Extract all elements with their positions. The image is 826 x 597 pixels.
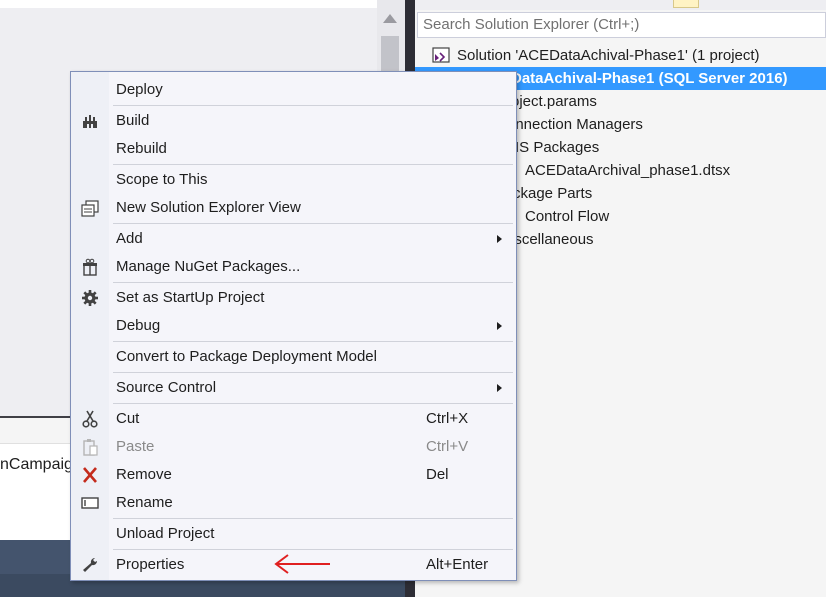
menu-item-deploy[interactable]: Deploy	[71, 76, 516, 104]
menu-item-debug[interactable]: Debug	[71, 312, 516, 340]
wrench-icon	[83, 557, 98, 572]
menu-item-label: Scope to This	[116, 171, 208, 188]
menu-item-shortcut: Alt+Enter	[426, 556, 489, 573]
menu-item-rebuild[interactable]: Rebuild	[71, 135, 516, 163]
menu-item-label: Paste	[116, 438, 155, 455]
toolbar-button[interactable]	[673, 0, 699, 8]
build-icon	[83, 115, 97, 128]
tree-item-project-params[interactable]: oject.params	[511, 90, 597, 113]
tree-item-package-parts[interactable]: ckage Parts	[513, 182, 592, 205]
menu-item-label: Source Control	[116, 379, 217, 396]
menu-item-new-solution-explorer-view[interactable]: New Solution Explorer View	[71, 194, 516, 222]
menu-item-label: New Solution Explorer View	[116, 199, 301, 216]
red-x-icon	[83, 467, 97, 483]
tree-item-connection-managers[interactable]: onnection Managers	[507, 113, 643, 136]
menu-item-label: Remove	[116, 466, 172, 483]
menu-item-label: Deploy	[116, 81, 163, 98]
menu-item-label: Convert to Package Deployment Model	[116, 348, 377, 365]
gear-icon	[82, 290, 98, 306]
menu-item-shortcut: Del	[426, 466, 449, 483]
nuget-icon	[83, 258, 97, 276]
menu-separator	[113, 105, 513, 106]
menu-item-cut[interactable]: Cut Ctrl+X	[71, 405, 516, 433]
menu-item-convert-deployment-model[interactable]: Convert to Package Deployment Model	[71, 343, 516, 371]
menu-item-label: Set as StartUp Project	[116, 289, 265, 306]
menu-item-shortcut: Ctrl+V	[426, 438, 469, 455]
menu-item-label: Properties	[116, 556, 185, 573]
menu-separator	[113, 223, 513, 224]
menu-item-add[interactable]: Add	[71, 225, 516, 253]
menu-separator	[113, 403, 513, 404]
tree-item-ssis-packages[interactable]: IS Packages	[515, 136, 599, 159]
menu-item-shortcut: Ctrl+X	[426, 410, 469, 427]
menu-item-label: Debug	[116, 317, 161, 334]
tree-item-miscellaneous[interactable]: iscellaneous	[511, 228, 594, 251]
rename-icon	[81, 497, 99, 509]
tree-item-package-file[interactable]: ACEDataArchival_phase1.dtsx	[525, 159, 730, 182]
submenu-arrow-icon	[497, 235, 502, 243]
menu-item-remove[interactable]: Remove Del	[71, 461, 516, 489]
lower-panel-text: nCampaig	[0, 456, 73, 473]
tree-item-solution[interactable]: Solution 'ACEDataAchival-Phase1' (1 proj…	[457, 44, 760, 67]
menu-item-unload-project[interactable]: Unload Project	[71, 520, 516, 548]
menu-separator	[113, 341, 513, 342]
annotation-arrow-icon	[274, 554, 330, 574]
solution-explorer-toolbar	[415, 0, 826, 10]
scroll-up-arrow-icon[interactable]	[383, 14, 397, 23]
menu-separator	[113, 518, 513, 519]
menu-item-label: Cut	[116, 410, 140, 427]
menu-separator	[113, 549, 513, 550]
menu-item-label: Manage NuGet Packages...	[116, 258, 301, 275]
menu-item-build[interactable]: Build	[71, 107, 516, 135]
menu-item-label: Unload Project	[116, 525, 215, 542]
context-menu: Deploy Build Rebuild Scope to This New S…	[70, 71, 517, 581]
tree-item-control-flow[interactable]: Control Flow	[525, 205, 609, 228]
clipboard-icon	[83, 439, 98, 456]
menu-item-set-startup-project[interactable]: Set as StartUp Project	[71, 284, 516, 312]
menu-item-label: Rename	[116, 494, 173, 511]
editor-top-strip	[0, 0, 377, 8]
new-view-icon	[81, 200, 99, 217]
solution-icon	[432, 47, 450, 63]
menu-item-rename[interactable]: Rename	[71, 489, 516, 517]
menu-item-paste[interactable]: Paste Ctrl+V	[71, 433, 516, 461]
submenu-arrow-icon	[497, 384, 502, 392]
scissors-icon	[82, 410, 98, 428]
menu-separator	[113, 164, 513, 165]
menu-item-label: Build	[116, 112, 150, 129]
menu-item-scope-to-this[interactable]: Scope to This	[71, 166, 516, 194]
submenu-arrow-icon	[497, 322, 502, 330]
menu-separator	[113, 282, 513, 283]
menu-separator	[113, 372, 513, 373]
menu-item-source-control[interactable]: Source Control	[71, 374, 516, 402]
solution-explorer-search[interactable]: Search Solution Explorer (Ctrl+;)	[417, 12, 826, 38]
menu-item-label: Add	[116, 230, 143, 247]
menu-item-manage-nuget[interactable]: Manage NuGet Packages...	[71, 253, 516, 281]
menu-item-label: Rebuild	[116, 140, 167, 157]
